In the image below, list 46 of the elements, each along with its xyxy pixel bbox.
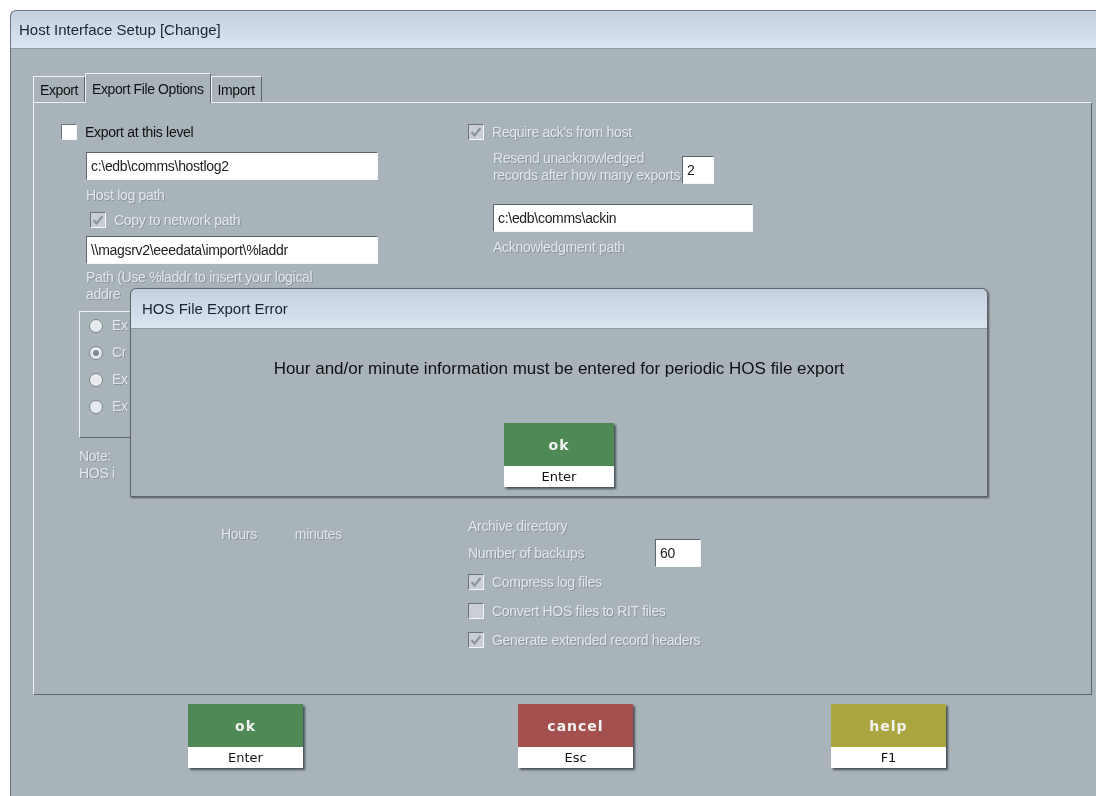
tab[interactable]: Export	[33, 76, 86, 102]
tab[interactable]: Export File Options	[85, 73, 211, 103]
checkmark-icon	[470, 126, 482, 138]
dialog-title: HOS File Export Error	[142, 300, 288, 317]
checkbox-label: Copy to network path	[114, 211, 241, 229]
window-title: Host Interface Setup [Change]	[19, 21, 221, 38]
checkbox-label: Require ack's from host	[492, 123, 632, 141]
hint-text: Path (Use %laddr to insert your logical	[86, 269, 313, 286]
checkbox[interactable]	[61, 124, 77, 140]
error-message: Hour and/or minute information must be entered for periodic HOS file export	[272, 359, 846, 379]
radio-button[interactable]	[89, 345, 103, 360]
checkmark-icon	[92, 214, 104, 226]
field-label: Archive directory	[468, 518, 568, 535]
ok-button[interactable]: ok Enter	[504, 423, 614, 487]
field-label: Acknowledgment path	[493, 239, 626, 255]
note-text: Note:	[79, 448, 112, 465]
checkbox-label: Compress log files	[492, 573, 602, 591]
input-field[interactable]: c:\edb\comms\ackin	[493, 204, 753, 232]
time-label: minutes	[294, 526, 342, 543]
radio-label: Ex	[112, 317, 128, 334]
time-label: Hours	[221, 526, 257, 543]
checkbox-label: Convert HOS files to RIT files	[492, 602, 666, 620]
checkbox-label: Generate extended record headers	[492, 631, 701, 649]
radio-label: Ex	[112, 398, 128, 415]
input-field[interactable]: 2	[682, 156, 715, 184]
cancel-button[interactable]: cancel Esc	[518, 704, 633, 768]
resend-label: records after how many exports	[493, 167, 681, 184]
input-field[interactable]: \\magsrv2\eeedata\import\%laddr	[86, 236, 378, 264]
note-text: HOS i	[79, 465, 115, 482]
checkmark-icon	[470, 634, 482, 646]
radio-button[interactable]	[89, 399, 103, 414]
hint-text: addre	[86, 286, 122, 303]
input-field[interactable]: 60	[655, 539, 701, 567]
radio-label: Ex	[112, 371, 128, 388]
radio-button[interactable]	[89, 318, 103, 333]
help-button[interactable]: help F1	[831, 704, 946, 768]
checkbox-label: Export at this level	[85, 123, 194, 141]
ok-button[interactable]: ok Enter	[188, 704, 303, 768]
checkmark-icon	[470, 576, 482, 588]
field-label: Number of backups	[468, 545, 585, 561]
field-label: Host log path	[86, 187, 165, 203]
radio-label: Cr	[112, 344, 127, 361]
radio-button[interactable]	[89, 372, 103, 387]
resend-label: Resend unacknowledged	[493, 150, 645, 167]
input-field[interactable]: c:\edb\comms\hostlog2	[86, 152, 378, 180]
tab[interactable]: Import	[210, 76, 262, 102]
